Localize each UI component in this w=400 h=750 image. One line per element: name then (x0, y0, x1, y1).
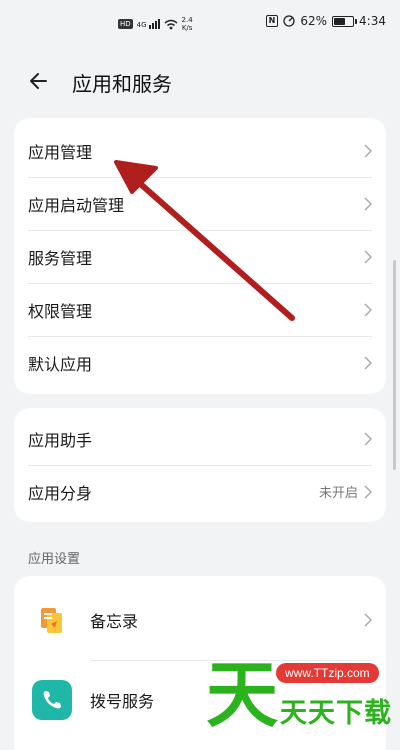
status-right: N 62% 4:34 (265, 14, 386, 28)
row-app-assistant[interactable]: 应用助手 (14, 412, 386, 465)
row-label: 应用助手 (28, 430, 93, 450)
row-label: 权限管理 (28, 301, 93, 321)
watermark-text: 天天下载 (280, 698, 392, 729)
watermark-url: www.TTzip.com (276, 663, 379, 683)
row-memo[interactable]: 备忘录 (14, 580, 386, 660)
chevron-right-icon (364, 196, 372, 211)
chevron-right-icon (364, 431, 372, 446)
wifi-icon (164, 19, 178, 29)
watermark-big-char: 天 (206, 653, 279, 737)
signal-icon: 4G (137, 19, 160, 29)
row-default-apps[interactable]: 默认应用 (14, 336, 386, 389)
network-speed: 2.4 K/s (182, 16, 193, 32)
status-left: HD 4G 2.4 K/s (118, 16, 193, 32)
row-app-launch-management[interactable]: 应用启动管理 (14, 177, 386, 230)
battery-percent: 62% (300, 14, 328, 28)
app-label: 备忘录 (90, 612, 139, 631)
chevron-right-icon (364, 613, 372, 627)
memo-icon (32, 600, 72, 640)
speedometer-icon (283, 15, 296, 27)
page-title: 应用和服务 (72, 72, 172, 96)
row-service-management[interactable]: 服务管理 (14, 230, 386, 283)
watermark-logo: 天 www.TTzip.com 天天下载 (200, 653, 392, 745)
row-right: 未开启 (319, 482, 372, 501)
row-app-twin[interactable]: 应用分身 未开启 (14, 465, 386, 518)
chevron-right-icon (364, 143, 372, 158)
chevron-right-icon (364, 302, 372, 317)
chevron-right-icon (364, 249, 372, 264)
row-permission-management[interactable]: 权限管理 (14, 283, 386, 336)
signal-label: 4G (136, 21, 147, 29)
app-twin-status: 未开启 (318, 486, 358, 501)
row-label: 应用启动管理 (28, 195, 125, 215)
nfc-icon: N (265, 15, 279, 27)
status-bar: HD 4G 2.4 K/s N 62% 4:34 (0, 0, 400, 44)
battery-fill (334, 17, 346, 25)
chevron-right-icon (364, 355, 372, 370)
settings-group-main: 应用管理 应用启动管理 服务管理 权限管理 默认应用 (14, 118, 386, 394)
scrollbar[interactable] (393, 260, 396, 470)
row-label: 应用管理 (28, 142, 93, 162)
chevron-right-icon (364, 484, 372, 499)
row-label: 应用分身 (28, 483, 93, 503)
phone-icon (32, 680, 72, 720)
section-title-app-settings: 应用设置 (28, 552, 81, 567)
settings-group-assist: 应用助手 应用分身 未开启 (14, 408, 386, 522)
clock: 4:34 (359, 14, 386, 28)
row-label: 默认应用 (28, 354, 93, 374)
speed-value: 2.4 (181, 16, 193, 24)
row-label: 服务管理 (28, 248, 93, 268)
back-arrow-icon[interactable] (24, 66, 54, 96)
speed-unit: K/s (181, 24, 193, 32)
hd-badge: HD (118, 19, 133, 29)
header: 应用和服务 (0, 56, 400, 104)
battery-icon (332, 15, 358, 27)
row-app-management[interactable]: 应用管理 (14, 124, 386, 177)
